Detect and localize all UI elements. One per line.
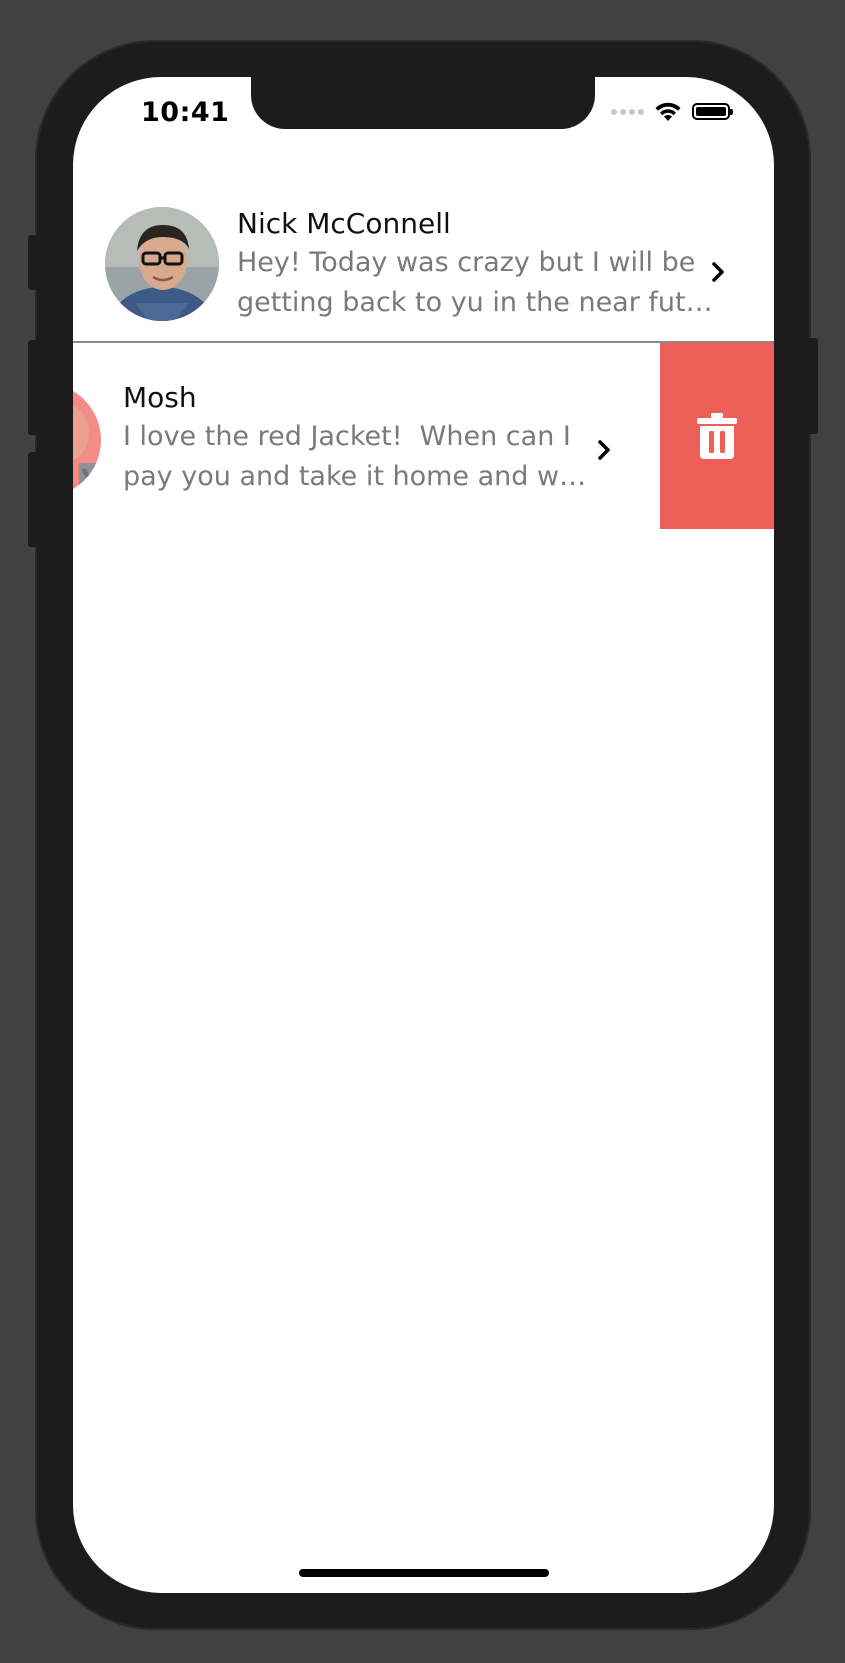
phone-screen: 10:41 Nick McConnell Hey! Today was craz… <box>73 77 774 1593</box>
volume-down-button <box>28 452 38 547</box>
contact-name: Mosh <box>123 381 197 414</box>
status-icons <box>611 101 733 122</box>
avatar-nick <box>105 207 219 321</box>
contact-name: Nick McConnell <box>237 207 451 240</box>
message-preview-line: Hey! Today was crazy but I will be <box>237 247 696 278</box>
battery-icon <box>692 103 733 120</box>
power-button <box>808 338 818 434</box>
message-preview: I love the red Jacket! When can I pay yo… <box>123 417 586 497</box>
message-preview-line: pay you and take it home and w… <box>123 461 587 492</box>
volume-up-button <box>28 340 38 435</box>
message-preview-line: I love the red Jacket! When can I <box>123 421 571 452</box>
message-preview: Hey! Today was crazy but I will be getti… <box>237 243 713 323</box>
chevron-right-icon <box>598 440 610 460</box>
trash-icon <box>697 413 737 459</box>
mute-switch <box>28 235 38 290</box>
notch <box>251 77 595 129</box>
home-indicator[interactable] <box>299 1569 549 1577</box>
avatar-mosh <box>73 383 101 497</box>
message-row-nick[interactable]: Nick McConnell Hey! Today was crazy but … <box>73 177 774 343</box>
message-preview-line: getting back to yu in the near fut… <box>237 287 713 318</box>
status-time: 10:41 <box>141 97 230 128</box>
wifi-icon <box>655 102 681 121</box>
chevron-right-icon <box>712 262 724 282</box>
delete-button[interactable] <box>660 343 774 529</box>
cellular-dots-icon <box>611 108 644 115</box>
